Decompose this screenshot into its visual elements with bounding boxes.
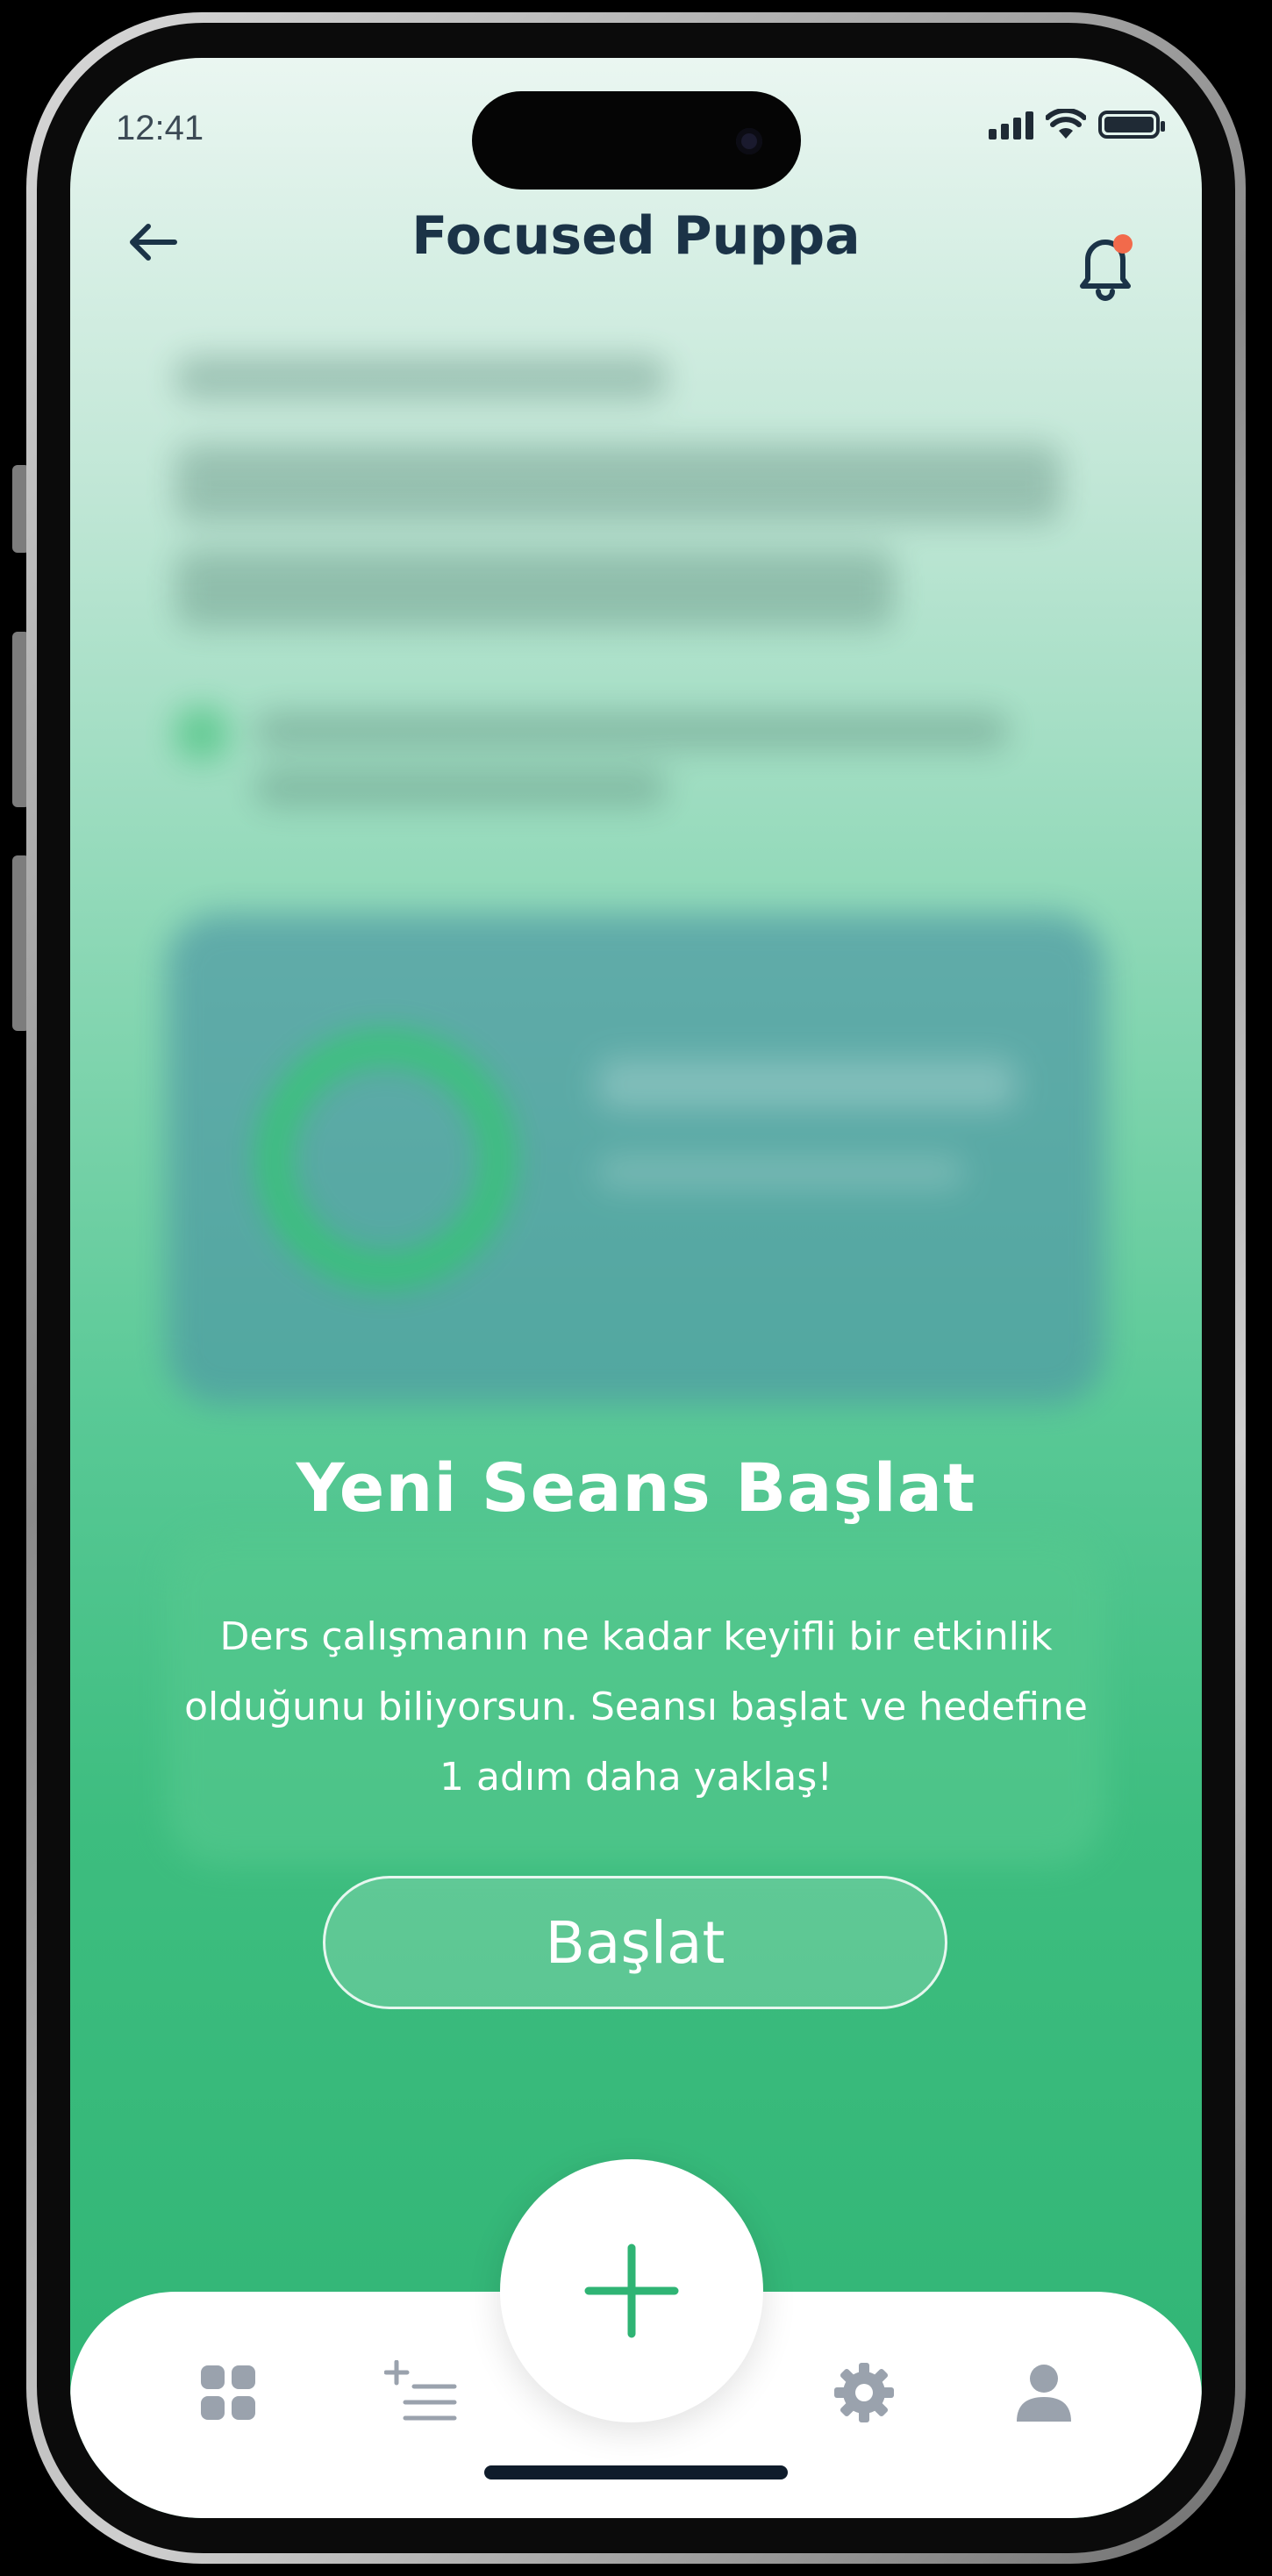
grid-icon [201, 2365, 255, 2420]
plus-icon [584, 2243, 679, 2338]
dynamic-island [472, 91, 801, 190]
new-session-title: Yeni Seans Başlat [296, 1449, 976, 1527]
user-icon [1017, 2365, 1071, 2422]
page-title: Focused Puppa [411, 205, 861, 267]
description-line: olduğunu biliyorsun. Seansı başlat ve he… [184, 1685, 1088, 1729]
add-session-button[interactable] [500, 2159, 763, 2422]
wifi-icon [1046, 109, 1086, 139]
notification-dot [1113, 234, 1133, 254]
tab-tasks[interactable] [382, 2353, 461, 2432]
add-list-icon [384, 2360, 457, 2421]
status-icons [989, 109, 1165, 140]
battery-icon [1098, 111, 1165, 139]
start-button[interactable]: Başlat [323, 1876, 947, 2009]
home-indicator[interactable] [484, 2465, 788, 2479]
tab-profile[interactable] [1004, 2353, 1083, 2432]
status-time: 12:41 [116, 109, 204, 147]
cellular-signal-icon [989, 110, 1033, 140]
front-camera [736, 128, 762, 154]
phone-mockup: 12:41 Focused Puppa Yeni Seans Başlat De… [0, 0, 1272, 2576]
bell-icon [1080, 234, 1133, 301]
gear-icon [834, 2363, 894, 2422]
new-session-description: Ders çalışmanın ne kadar keyifli bir etk… [132, 1602, 1140, 1813]
tab-dashboard[interactable] [189, 2353, 268, 2432]
description-line: Ders çalışmanın ne kadar keyifli bir etk… [219, 1614, 1053, 1659]
tab-settings[interactable] [825, 2353, 904, 2432]
description-line: 1 adım daha yaklaş! [439, 1755, 833, 1800]
notifications-button[interactable] [1061, 221, 1149, 309]
blurred-background-content [70, 58, 1202, 2518]
screen: 12:41 Focused Puppa Yeni Seans Başlat De… [70, 58, 1202, 2518]
